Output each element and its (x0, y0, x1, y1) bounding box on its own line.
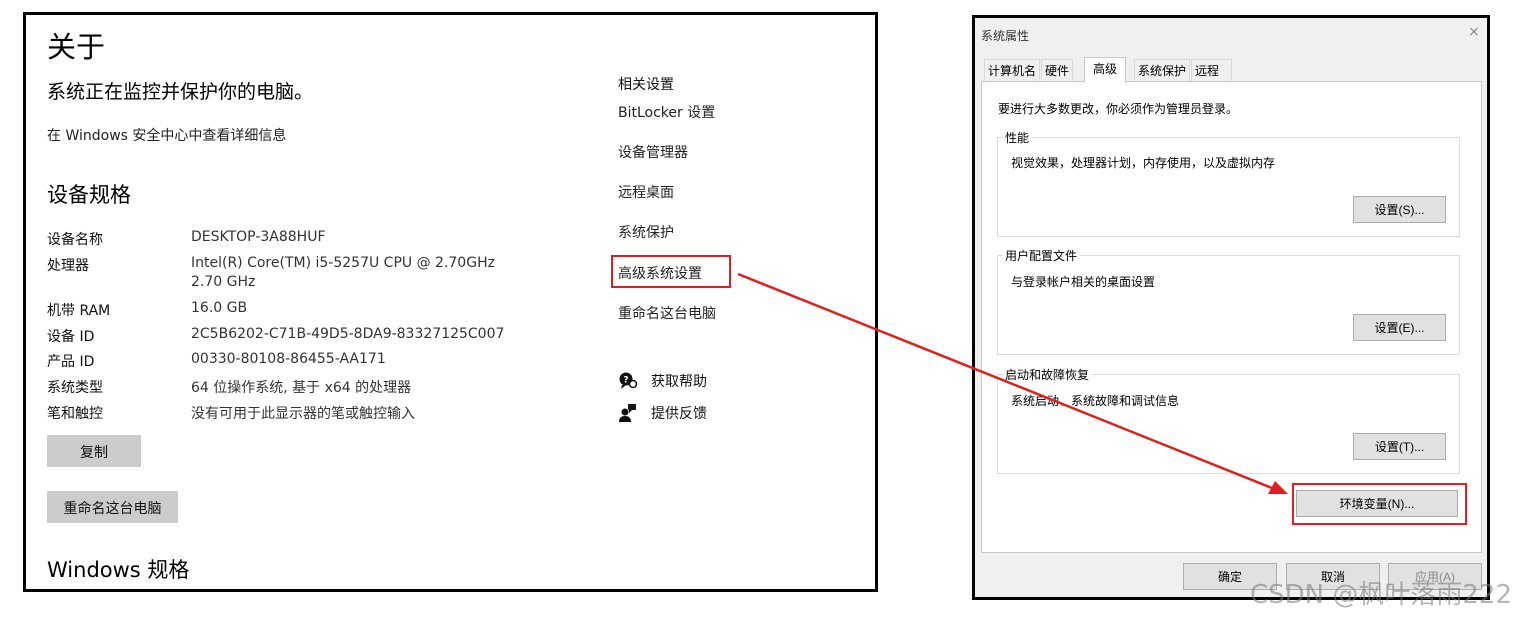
watermark: CSDN @枫叶落雨222 (1250, 580, 1513, 610)
annotation-arrow (737, 272, 1288, 494)
tab-advanced[interactable]: 高级 (1084, 57, 1127, 83)
